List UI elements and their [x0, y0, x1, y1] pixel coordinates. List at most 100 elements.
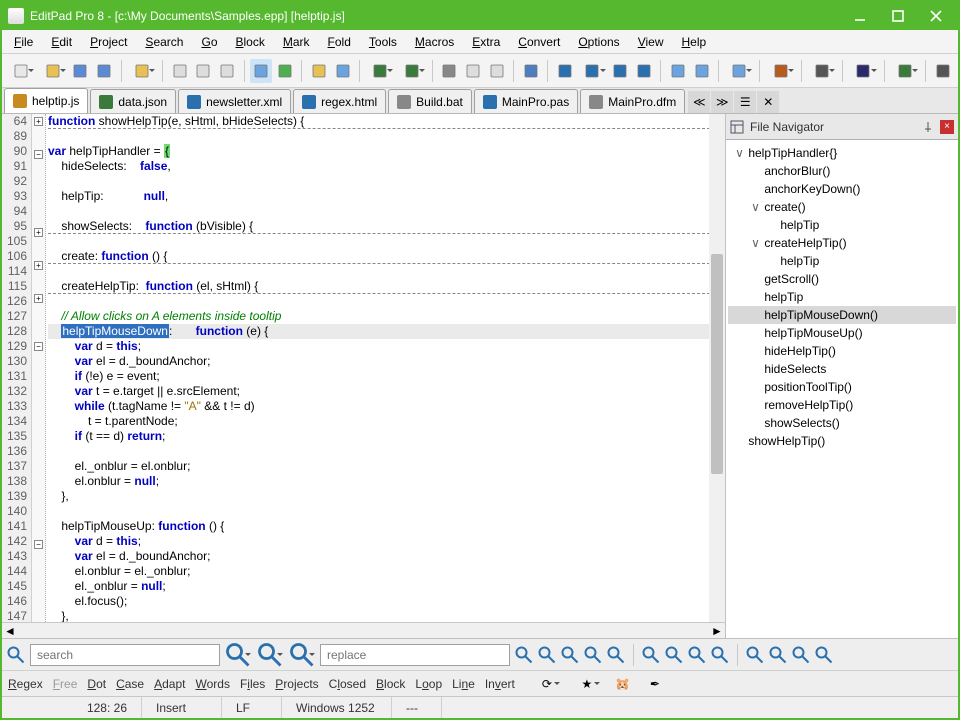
- tab-scroll-right-icon[interactable]: ≫: [711, 91, 733, 113]
- status-eol[interactable]: LF: [222, 697, 282, 718]
- replace-input[interactable]: [320, 644, 510, 666]
- tab-list-icon[interactable]: ☰: [734, 91, 756, 113]
- menu-help[interactable]: Help: [674, 32, 715, 52]
- find-replace-icon[interactable]: [724, 59, 754, 83]
- nav-node[interactable]: showHelpTip(): [728, 432, 956, 450]
- instant-icon[interactable]: [768, 645, 788, 665]
- zoom-reset-icon[interactable]: [632, 59, 655, 83]
- sort-icon[interactable]: [666, 59, 689, 83]
- nav-node[interactable]: helpTip: [728, 216, 956, 234]
- menu-block[interactable]: Block: [228, 32, 273, 52]
- opt-regex[interactable]: Regex: [8, 677, 43, 691]
- menu-go[interactable]: Go: [193, 32, 225, 52]
- opt-script-icon[interactable]: ✒: [645, 674, 665, 694]
- search-input[interactable]: [30, 644, 220, 666]
- replace-prev-icon[interactable]: [537, 645, 557, 665]
- nav-node[interactable]: helpTipMouseDown(): [728, 306, 956, 324]
- navigator-tree[interactable]: ∨ helpTipHandler{} anchorBlur() anchorKe…: [726, 140, 958, 638]
- open-file-icon[interactable]: [37, 59, 67, 83]
- horizontal-scrollbar[interactable]: ◄►: [2, 622, 725, 638]
- nav-node[interactable]: showSelects(): [728, 414, 956, 432]
- nav-node[interactable]: ∨ create(): [728, 198, 956, 216]
- count-icon[interactable]: [606, 645, 626, 665]
- opt-favorite-icon[interactable]: ★: [573, 674, 601, 694]
- menu-convert[interactable]: Convert: [510, 32, 568, 52]
- nav-node[interactable]: helpTip: [728, 252, 956, 270]
- replace-all-icon[interactable]: [560, 645, 580, 665]
- zoom-out-icon[interactable]: [609, 59, 632, 83]
- fold-marker[interactable]: −: [34, 342, 43, 351]
- opt-case[interactable]: Case: [116, 677, 144, 691]
- zoom-in-icon[interactable]: [553, 59, 576, 83]
- open-project-icon[interactable]: [127, 59, 157, 83]
- redo-icon[interactable]: [396, 59, 426, 83]
- minimize-button[interactable]: [848, 6, 872, 26]
- fold-results-icon[interactable]: [745, 645, 765, 665]
- opt-animal-icon[interactable]: 🐹: [613, 674, 633, 694]
- nav-node[interactable]: helpTip: [728, 288, 956, 306]
- scheme-icon[interactable]: [890, 59, 920, 83]
- search-next-button[interactable]: [224, 645, 252, 665]
- menu-view[interactable]: View: [630, 32, 672, 52]
- cut-icon[interactable]: [438, 59, 461, 83]
- menu-macros[interactable]: Macros: [407, 32, 462, 52]
- search-prev-button[interactable]: [256, 645, 284, 665]
- mail-icon[interactable]: [331, 59, 354, 83]
- nav-node[interactable]: ∨ createHelpTip(): [728, 234, 956, 252]
- filter-all-icon[interactable]: [710, 645, 730, 665]
- menu-edit[interactable]: Edit: [43, 32, 80, 52]
- opt-words[interactable]: Words: [195, 677, 229, 691]
- nav-node[interactable]: hideSelects: [728, 360, 956, 378]
- opt-files[interactable]: Files: [240, 677, 265, 691]
- settings-icon[interactable]: [931, 59, 954, 83]
- nav-node[interactable]: positionToolTip(): [728, 378, 956, 396]
- search-icon[interactable]: [6, 645, 26, 665]
- explorer-icon[interactable]: [307, 59, 330, 83]
- page-icon[interactable]: [216, 59, 239, 83]
- font-icon[interactable]: [848, 59, 878, 83]
- opt-line[interactable]: Line: [452, 677, 475, 691]
- copy-results-icon[interactable]: [791, 645, 811, 665]
- fold-marker[interactable]: +: [34, 117, 43, 126]
- opt-history-icon[interactable]: ⟳: [533, 674, 561, 694]
- menu-fold[interactable]: Fold: [320, 32, 359, 52]
- copy-icon[interactable]: [168, 59, 191, 83]
- status-mode[interactable]: Insert: [142, 697, 222, 718]
- opt-free[interactable]: Free: [53, 677, 78, 691]
- menu-search[interactable]: Search: [137, 32, 191, 52]
- add-icon[interactable]: [273, 59, 296, 83]
- show-panel-icon[interactable]: [250, 59, 273, 83]
- nav-node[interactable]: getScroll(): [728, 270, 956, 288]
- paste2-icon[interactable]: [486, 59, 509, 83]
- nav-node[interactable]: helpTipMouseUp(): [728, 324, 956, 342]
- fold-marker[interactable]: −: [34, 150, 43, 159]
- filter-out-icon[interactable]: [687, 645, 707, 665]
- tab-helptip-js[interactable]: helptip.js: [4, 88, 88, 113]
- tab-close-icon[interactable]: ✕: [757, 91, 779, 113]
- select-all-icon[interactable]: [519, 59, 542, 83]
- search-all-button[interactable]: [288, 645, 316, 665]
- tab-mainpro-pas[interactable]: MainPro.pas: [474, 89, 578, 113]
- tab-mainpro-dfm[interactable]: MainPro.dfm: [580, 89, 685, 113]
- opt-invert[interactable]: Invert: [485, 677, 515, 691]
- copy2-icon[interactable]: [462, 59, 485, 83]
- close-button[interactable]: [924, 6, 948, 26]
- tab-data-json[interactable]: data.json: [90, 89, 176, 113]
- replace-next-icon[interactable]: [514, 645, 534, 665]
- new-file-icon[interactable]: [6, 59, 36, 83]
- menu-options[interactable]: Options: [570, 32, 627, 52]
- filter-in-icon[interactable]: [664, 645, 684, 665]
- opt-adapt[interactable]: Adapt: [154, 677, 185, 691]
- sort-desc-icon[interactable]: [690, 59, 713, 83]
- maximize-button[interactable]: [886, 6, 910, 26]
- nav-node[interactable]: hideHelpTip(): [728, 342, 956, 360]
- nav-node[interactable]: anchorKeyDown(): [728, 180, 956, 198]
- favorites-icon[interactable]: [814, 645, 834, 665]
- menu-extra[interactable]: Extra: [464, 32, 508, 52]
- tab-build-bat[interactable]: Build.bat: [388, 89, 472, 113]
- tab-newsletter-xml[interactable]: newsletter.xml: [178, 89, 291, 113]
- opt-projects[interactable]: Projects: [275, 677, 318, 691]
- fold-marker[interactable]: +: [34, 261, 43, 270]
- opt-loop[interactable]: Loop: [415, 677, 442, 691]
- menu-project[interactable]: Project: [82, 32, 135, 52]
